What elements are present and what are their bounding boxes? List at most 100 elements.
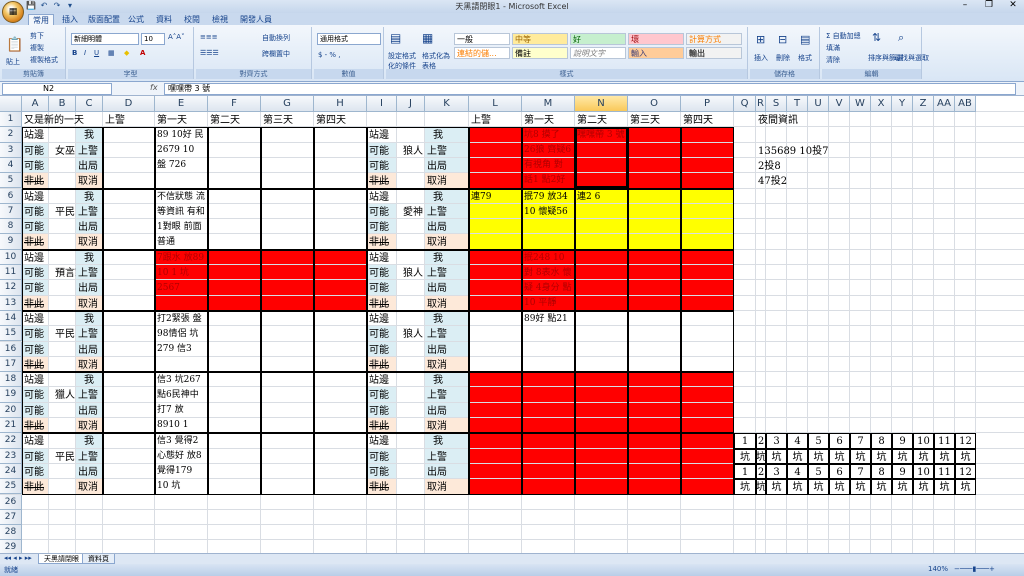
column-header[interactable]: Z	[913, 96, 934, 112]
sheet-nav-icon[interactable]: ◂◂ ◂ ▸ ▸▸	[4, 554, 32, 562]
possible-label[interactable]: 可能	[22, 388, 49, 403]
possible-label[interactable]: 可能	[22, 404, 49, 419]
row-header[interactable]: 9	[0, 234, 22, 250]
spreadsheet-grid[interactable]: A B C D E F G H I J K L M N O P Q R S T U V W X Y Z AA AB 1 2 3 4 5 6 7 8 9 1…	[0, 96, 1024, 553]
format-cells-button[interactable]: 格式	[798, 53, 812, 63]
header-police-right[interactable]: 上警	[469, 113, 522, 128]
style-input[interactable]: 輸入	[628, 47, 684, 59]
minimize-button[interactable]: –	[958, 0, 972, 10]
italic-button[interactable]: I	[84, 49, 86, 57]
style-output[interactable]: 輸出	[686, 47, 742, 59]
row-header[interactable]: 18	[0, 372, 22, 388]
fill-color-icon[interactable]: ◆	[124, 49, 129, 57]
police-label[interactable]: 上警	[425, 327, 469, 342]
border-icon[interactable]: ▦	[108, 49, 115, 57]
stand-label[interactable]: 站邊	[367, 190, 397, 205]
note-day1[interactable]: 7跟水 放89 10 1 坑2567	[155, 251, 206, 310]
column-header[interactable]: V	[829, 96, 850, 112]
font-size-select[interactable]: 10	[141, 33, 165, 45]
me-label[interactable]: 我	[76, 373, 103, 388]
column-header[interactable]: X	[871, 96, 892, 112]
possible-label[interactable]: 可能	[367, 450, 397, 465]
stand-label[interactable]: 站邊	[22, 373, 49, 388]
column-header[interactable]: T	[787, 96, 808, 112]
header-night-info[interactable]: 夜間資訊	[756, 113, 836, 128]
column-header[interactable]: Y	[892, 96, 913, 112]
tab-page-layout[interactable]: 版面配置	[84, 14, 124, 25]
save-icon[interactable]: 💾	[26, 1, 36, 11]
fill-button[interactable]: 填滿	[826, 43, 840, 53]
style-neutral[interactable]: 中等	[512, 33, 568, 45]
delete-cells-button[interactable]: 刪除	[776, 53, 790, 63]
style-explanatory[interactable]: 說明文字	[570, 47, 626, 59]
police-label[interactable]: 上警	[425, 450, 469, 465]
insert-cells-icon[interactable]: ⊞	[756, 33, 765, 46]
note-day1[interactable]: 不信狀態 流 等資訊 有和1對眼 前面普通	[155, 190, 206, 249]
not-label[interactable]: 非此	[367, 297, 397, 312]
stand-label[interactable]: 站邊	[367, 373, 397, 388]
column-header[interactable]: AA	[934, 96, 955, 112]
sort-filter-icon[interactable]: ⇅	[872, 31, 881, 44]
style-linked-cell[interactable]: 連結的儲...	[454, 47, 510, 59]
possible-label[interactable]: 可能	[22, 205, 49, 220]
me-label[interactable]: 我	[425, 251, 469, 266]
role-label[interactable]: 預言家	[49, 266, 76, 281]
stand-label[interactable]: 站邊	[22, 190, 49, 205]
header-day2-right[interactable]: 第二天	[575, 113, 628, 128]
format-as-table-icon[interactable]: ▦	[422, 31, 433, 45]
police-label[interactable]: 上警	[425, 388, 469, 403]
merge-center-button[interactable]: 跨欄置中	[262, 49, 290, 59]
role-label[interactable]: 狼人	[397, 266, 425, 281]
header-day3[interactable]: 第三天	[261, 113, 314, 128]
not-label[interactable]: 非此	[22, 174, 49, 189]
sheet-tab-1[interactable]: 天黑請閉眼	[38, 554, 85, 564]
select-all-corner[interactable]	[0, 96, 22, 112]
row-header[interactable]: 23	[0, 448, 22, 464]
stand-label[interactable]: 站邊	[367, 251, 397, 266]
header-day1[interactable]: 第一天	[155, 113, 208, 128]
row-header[interactable]: 29	[0, 540, 22, 553]
role-label[interactable]	[397, 450, 425, 465]
column-header[interactable]: AB	[955, 96, 976, 112]
me-label[interactable]: 我	[76, 128, 103, 143]
sheet-tab-2[interactable]: 資料頁	[82, 554, 115, 564]
not-label[interactable]: 非此	[22, 419, 49, 434]
stand-label[interactable]: 站邊	[367, 128, 397, 143]
row-header[interactable]: 13	[0, 295, 22, 311]
font-name-select[interactable]: 新細明體	[71, 33, 139, 45]
row-header[interactable]: 3	[0, 142, 22, 158]
role-label[interactable]: 女巫	[49, 144, 76, 159]
police-label[interactable]: 上警	[76, 450, 103, 465]
me-label[interactable]: 我	[425, 312, 469, 327]
customize-qat-icon[interactable]: ▾	[65, 1, 75, 11]
redo-icon[interactable]: ↷	[52, 1, 62, 11]
row-header[interactable]: 2	[0, 127, 22, 143]
possible-label[interactable]: 可能	[367, 205, 397, 220]
out-label[interactable]: 出局	[425, 220, 469, 235]
column-header[interactable]: E	[155, 96, 208, 112]
style-normal[interactable]: 一般	[454, 33, 510, 45]
possible-label[interactable]: 可能	[367, 281, 397, 296]
row-header[interactable]: 25	[0, 479, 22, 495]
possible-label[interactable]: 可能	[22, 159, 49, 174]
police-label[interactable]: 上警	[76, 388, 103, 403]
police-label[interactable]: 上警	[425, 144, 469, 159]
stand-label[interactable]: 站邊	[367, 434, 397, 449]
possible-label[interactable]: 可能	[367, 465, 397, 480]
me-label[interactable]: 我	[425, 128, 469, 143]
possible-label[interactable]: 可能	[22, 465, 49, 480]
format-as-table-button[interactable]: 格式化為表格	[422, 51, 450, 71]
stand-label[interactable]: 站邊	[367, 312, 397, 327]
note-day1[interactable]: 信3 覺得2 心態好 放8 覺得179 10 坑	[155, 434, 206, 493]
header-day4[interactable]: 第四天	[314, 113, 367, 128]
name-box[interactable]: N2	[2, 83, 112, 95]
format-painter-button[interactable]: 複製格式	[30, 55, 58, 65]
column-header[interactable]: M	[522, 96, 575, 112]
tab-view[interactable]: 檢視	[208, 14, 232, 25]
number-format-buttons[interactable]: $ - % ,	[318, 51, 341, 59]
cancel-label[interactable]: 取消	[76, 235, 103, 250]
role-label[interactable]: 狼人	[397, 327, 425, 342]
out-label[interactable]: 出局	[76, 159, 103, 174]
row-header[interactable]: 21	[0, 418, 22, 434]
possible-label[interactable]: 可能	[22, 266, 49, 281]
